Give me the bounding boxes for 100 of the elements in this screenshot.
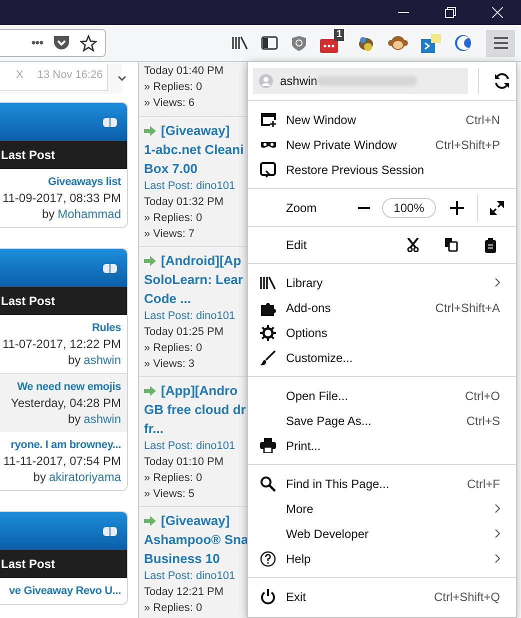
thread-title[interactable]: [App][Andro (161, 380, 238, 400)
arrow-right-icon (144, 386, 156, 396)
menu-icon[interactable] (494, 37, 508, 49)
author-link[interactable]: Mohammad (58, 206, 121, 222)
sidebar-icon[interactable] (261, 36, 278, 50)
close-label[interactable]: X (16, 67, 24, 90)
collapse-icon[interactable] (103, 526, 117, 536)
replies-count: » Replies: 0 (144, 341, 204, 356)
menu-item[interactable]: Save Page As... Ctrl+S (248, 408, 516, 433)
menu-item[interactable]: Print... (248, 433, 516, 458)
thread-title[interactable]: [Giveaway] (161, 120, 230, 140)
post-time: Today 01:10 PM (144, 455, 224, 470)
address-bar[interactable]: ••• (0, 29, 106, 57)
last-post-link[interactable]: Last Post: dino101 (144, 178, 250, 194)
thread-title[interactable]: [Giveaway] (161, 510, 230, 530)
menu-item[interactable]: More (248, 496, 516, 521)
zoom-reset-button[interactable]: 100% (382, 198, 436, 218)
thread-title[interactable]: GB free cloud dr (144, 400, 246, 420)
post-time: Today 12:21 PM (144, 585, 224, 600)
settings-icon (260, 324, 276, 340)
arrow-right-icon (144, 256, 156, 266)
last-post-link[interactable]: Last Post: dino101 (144, 568, 250, 584)
close-icon[interactable] (492, 7, 503, 18)
globe-icon[interactable] (454, 34, 472, 52)
menu-item[interactable]: Library (248, 270, 516, 295)
zoom-label: Zoom (286, 200, 318, 216)
menu-item[interactable]: Restore Previous Session (248, 157, 516, 182)
avatar-icon (259, 74, 273, 88)
restore-icon[interactable] (445, 7, 456, 18)
menu-item[interactable]: Find in This Page... Ctrl+F (248, 471, 516, 496)
thread-title[interactable]: fr... (144, 418, 164, 438)
last-post-link[interactable]: Last Post: dino101 (144, 438, 250, 454)
scissors-icon[interactable] (407, 238, 419, 252)
thread-link[interactable]: ve Giveaway Revo U... (9, 583, 121, 599)
shortcut-label: Ctrl+O (464, 388, 500, 404)
column-header: Last Post (0, 556, 56, 573)
extension-icon[interactable] (320, 39, 338, 53)
notification-badge: 1 (334, 29, 344, 41)
account-button[interactable]: ashwin (253, 68, 468, 94)
menu-item[interactable]: Open File... Ctrl+O (248, 383, 516, 408)
thread-link[interactable]: We need new emojis (17, 379, 121, 395)
menu-button[interactable] (486, 30, 515, 56)
monkey-icon[interactable] (388, 34, 408, 52)
thread-title[interactable]: Ashampoo® Sna (144, 530, 248, 550)
shield-icon[interactable] (291, 34, 307, 52)
library-icon[interactable] (232, 36, 248, 50)
menu-item[interactable]: Exit Ctrl+Shift+Q (248, 584, 516, 609)
post-date: 11-11-2017, 07:54 PM (3, 453, 121, 469)
views-count: » Views: 7 (144, 227, 196, 242)
shortcut-label: Ctrl+Shift+Q (434, 588, 500, 606)
copy-icon[interactable] (445, 238, 458, 252)
extension-icon[interactable] (421, 34, 441, 52)
page-actions-button[interactable]: ••• (31, 33, 43, 53)
shortcut-label: Ctrl+Shift+A (435, 300, 500, 316)
menu-item[interactable]: Web Developer (248, 521, 516, 546)
clipboard-icon[interactable] (485, 238, 496, 252)
author-link[interactable]: ashwin (84, 352, 121, 368)
star-icon[interactable] (80, 34, 97, 52)
collapse-icon[interactable] (103, 264, 117, 272)
thread-link[interactable]: ryone. I am browney... (10, 437, 121, 453)
replies-count: » Replies: 0 (144, 211, 204, 226)
menu-item[interactable]: Customize... (248, 345, 516, 370)
minimize-icon[interactable] (398, 12, 409, 14)
author-link[interactable]: ashwin (84, 411, 121, 427)
chevron-down-icon[interactable] (118, 76, 126, 81)
menu-item[interactable]: New Private Window Ctrl+Shift+P (248, 132, 516, 157)
restore-session-icon (260, 162, 276, 178)
edit-label: Edit (286, 237, 308, 254)
author-link[interactable]: akiratoriyama (48, 469, 121, 485)
thread-title[interactable]: 1-abc.net Cleani (144, 140, 244, 160)
zoom-in-icon[interactable] (450, 200, 464, 214)
replies-count: » Replies: 0 (144, 471, 204, 486)
sync-icon[interactable] (494, 73, 510, 89)
brush-icon (260, 350, 276, 366)
thread-title[interactable]: Box 7.00 (144, 158, 198, 178)
views-count: » Views: 3 (144, 357, 196, 372)
thread-title[interactable]: SoloLearn: Lear (144, 270, 243, 290)
power-icon (260, 588, 276, 604)
menu-item[interactable]: New Window Ctrl+N (248, 107, 516, 132)
collapse-icon[interactable] (103, 118, 117, 126)
thread-link[interactable]: Rules (92, 320, 121, 336)
menu-item[interactable]: Options (248, 320, 516, 345)
menu-item[interactable]: Add-ons Ctrl+Shift+A (248, 295, 516, 320)
thread-title[interactable]: Business 10 (144, 548, 220, 568)
replies-count: » Replies: 0 (144, 601, 204, 616)
post-time: Today 01:25 PM (144, 325, 224, 340)
by-label: by (68, 352, 81, 368)
thread-title[interactable]: Code ... (144, 288, 191, 308)
last-post-link[interactable]: Last Post: dino101 (144, 308, 250, 324)
views-count: » Views: 6 (144, 96, 196, 111)
menu-item[interactable]: Help (248, 546, 516, 571)
library-icon (260, 276, 276, 290)
fullscreen-icon[interactable] (490, 200, 504, 214)
thread-link[interactable]: Giveaways list (48, 174, 121, 190)
thread-title[interactable]: [Android][Ap (161, 250, 242, 270)
help-icon (260, 550, 276, 566)
post-time: Today 01:40 PM (144, 64, 224, 79)
printer-icon (260, 438, 276, 453)
bird-icon[interactable] (357, 34, 375, 52)
pocket-icon[interactable] (53, 35, 70, 51)
